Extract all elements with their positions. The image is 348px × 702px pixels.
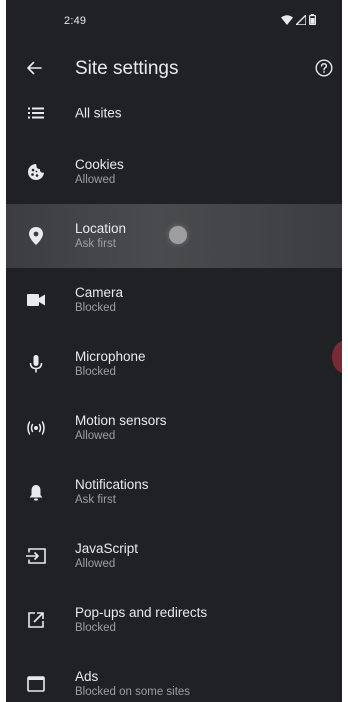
settings-item-summary: Blocked (75, 366, 116, 378)
settings-item-text: Ads Blocked on some sites (75, 668, 190, 700)
list-icon (25, 102, 47, 124)
touch-indicator (169, 226, 187, 244)
settings-item-title: Ads (75, 669, 99, 684)
device-screen: 2:49 Site settings All sites Cookies All… (6, 0, 342, 702)
help-circle-icon (315, 58, 333, 82)
settings-item-location[interactable]: Location Ask first (6, 204, 342, 268)
location-pin-icon (25, 225, 47, 247)
settings-item-title: JavaScript (75, 541, 139, 556)
signal-icon (296, 14, 306, 25)
settings-item-notifications[interactable]: Notifications Ask first (6, 460, 342, 524)
settings-item-summary: Blocked on some sites (75, 686, 191, 698)
settings-item-summary: Blocked (75, 622, 116, 634)
page-title: Site settings (75, 58, 179, 79)
status-bar: 2:49 (6, 0, 342, 40)
settings-item-cookies[interactable]: Cookies Allowed (6, 140, 342, 204)
help-button[interactable] (310, 56, 338, 84)
settings-item-title: Microphone (75, 349, 146, 364)
settings-item-text: All sites (75, 105, 122, 122)
battery-icon (309, 14, 316, 25)
settings-item-text: Microphone Blocked (75, 348, 146, 380)
settings-item-ads[interactable]: Ads Blocked on some sites (6, 652, 342, 702)
wifi-icon (281, 14, 293, 25)
settings-item-text: JavaScript Allowed (75, 540, 138, 572)
settings-item-text: Pop-ups and redirects Blocked (75, 604, 207, 636)
settings-item-all-sites[interactable]: All sites (6, 86, 342, 140)
cookie-icon (25, 161, 47, 183)
status-time: 2:49 (64, 15, 87, 27)
settings-item-title: Motion sensors (75, 413, 167, 428)
back-button[interactable] (20, 56, 48, 84)
settings-item-text: Camera Blocked (75, 284, 123, 316)
settings-item-popups[interactable]: Pop-ups and redirects Blocked (6, 588, 342, 652)
settings-item-summary: Allowed (75, 174, 116, 186)
site-settings-list: All sites Cookies Allowed Location Ask f… (6, 86, 342, 702)
status-icons (281, 14, 316, 25)
settings-item-summary: Ask first (75, 494, 116, 506)
settings-item-text: Motion sensors Allowed (75, 412, 167, 444)
settings-item-title: Notifications (75, 477, 149, 492)
settings-item-javascript[interactable]: JavaScript Allowed (6, 524, 342, 588)
videocam-icon (25, 289, 47, 311)
settings-item-summary: Blocked (75, 302, 116, 314)
settings-item-text: Location Ask first (75, 220, 126, 252)
settings-item-motion-sensors[interactable]: Motion sensors Allowed (6, 396, 342, 460)
settings-item-title: Location (75, 221, 127, 236)
microphone-icon (25, 353, 47, 375)
open-in-new-icon (25, 609, 47, 631)
settings-item-microphone[interactable]: Microphone Blocked (6, 332, 342, 396)
settings-item-summary: Ask first (75, 238, 116, 250)
bell-icon (25, 481, 47, 503)
settings-item-title: Camera (75, 285, 124, 300)
settings-item-title: Cookies (75, 157, 124, 172)
settings-item-summary: Allowed (75, 430, 116, 442)
settings-item-text: Notifications Ask first (75, 476, 149, 508)
settings-item-text: Cookies Allowed (75, 156, 124, 188)
arrow-left-icon (26, 60, 42, 81)
javascript-icon (25, 545, 47, 567)
settings-item-summary: Allowed (75, 558, 116, 570)
motion-sensors-icon (25, 417, 47, 439)
settings-item-camera[interactable]: Camera Blocked (6, 268, 342, 332)
ads-icon (25, 673, 47, 695)
settings-item-title: All sites (75, 105, 122, 121)
settings-item-title: Pop-ups and redirects (75, 605, 208, 620)
